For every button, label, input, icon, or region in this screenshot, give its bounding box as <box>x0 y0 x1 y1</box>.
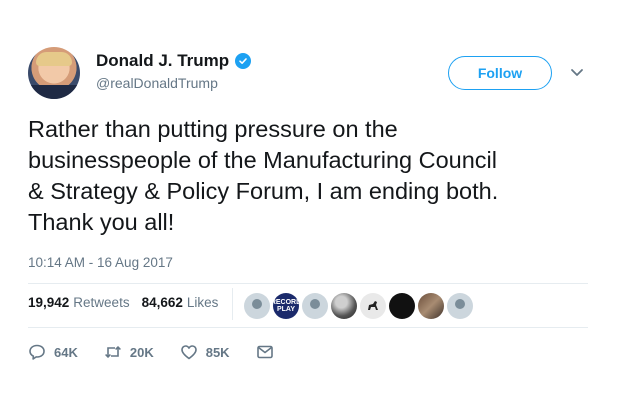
liker-avatar[interactable] <box>302 293 328 319</box>
tweet-actions: 64K 20K 85K <box>28 343 300 361</box>
tweet-text: Rather than putting pressure on the busi… <box>28 116 499 235</box>
tweet-stats: 19,942 Retweets 84,662 Likes <box>28 295 218 310</box>
retweets-label: Retweets <box>73 295 130 310</box>
retweets-count: 19,942 <box>28 295 70 310</box>
divider <box>28 327 588 328</box>
likes-label: Likes <box>186 295 219 310</box>
follow-button[interactable]: Follow <box>448 56 552 90</box>
divider <box>28 283 588 284</box>
liker-avatar[interactable] <box>389 293 415 319</box>
stats-separator <box>232 288 233 320</box>
likes-count: 84,662 <box>141 295 183 310</box>
author-avatar[interactable] <box>28 47 80 99</box>
retweet-count: 20K <box>129 344 154 360</box>
chevron-down-icon[interactable] <box>569 67 585 79</box>
liker-avatar[interactable] <box>244 293 270 319</box>
liker-avatar[interactable]: RECORD PLAY <box>273 293 299 319</box>
likes-stat[interactable]: 84,662 Likes <box>142 295 219 310</box>
direct-message-icon <box>256 345 273 359</box>
likers-avatars: RECORD PLAY <box>244 293 476 319</box>
reply-count: 64K <box>54 344 78 360</box>
author-handle[interactable]: @realDonaldTrump <box>96 75 218 91</box>
reply-icon <box>29 344 45 360</box>
retweets-stat[interactable]: 19,942 Retweets <box>28 295 130 310</box>
author-name-row: Donald J. Trump <box>96 51 252 71</box>
reply-button[interactable]: 64K <box>28 343 78 361</box>
retweet-button[interactable]: 20K <box>104 343 154 361</box>
liker-avatar[interactable] <box>331 293 357 319</box>
tweet-card: Donald J. Trump @realDonaldTrump Follow … <box>0 0 618 412</box>
author-display-name[interactable]: Donald J. Trump <box>96 51 229 71</box>
heart-icon <box>180 345 197 360</box>
verified-badge-icon <box>235 53 252 69</box>
like-count: 85K <box>205 344 230 360</box>
liker-avatar[interactable] <box>447 293 473 319</box>
direct-message-button[interactable] <box>256 343 274 361</box>
liker-avatar[interactable] <box>418 293 444 319</box>
tweet-timestamp[interactable]: 10:14 AM - 16 Aug 2017 <box>28 255 173 270</box>
retweet-icon <box>104 346 121 358</box>
like-button[interactable]: 85K <box>180 343 230 361</box>
liker-avatar[interactable] <box>360 293 386 319</box>
